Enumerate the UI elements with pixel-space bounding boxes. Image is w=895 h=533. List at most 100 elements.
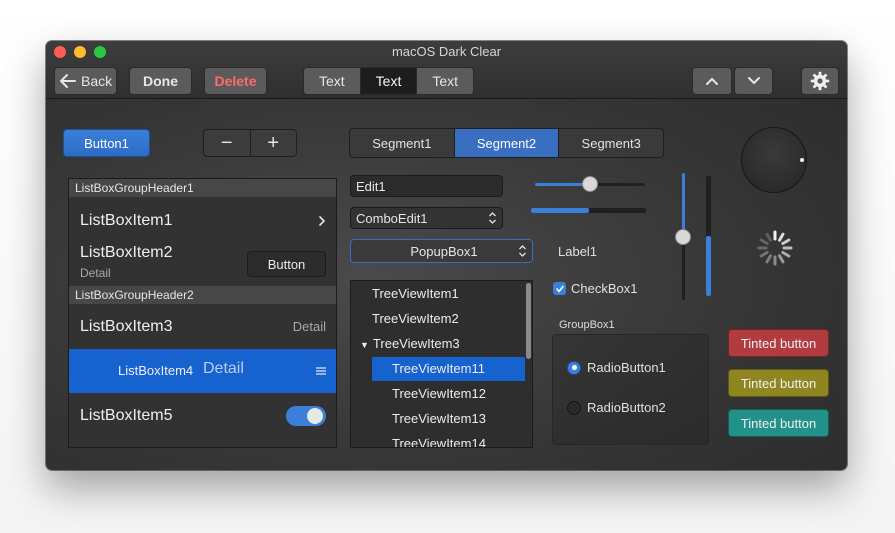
checkbox1[interactable]: CheckBox1: [553, 281, 637, 296]
rotary-knob[interactable]: [741, 127, 807, 193]
comboedit1-value: ComboEdit1: [356, 210, 428, 226]
delete-button[interactable]: Delete: [204, 67, 267, 95]
edit1-field[interactable]: Edit1: [350, 175, 503, 197]
segment-3-label: Segment3: [581, 135, 641, 151]
minus-button[interactable]: −: [204, 130, 251, 156]
tree-item-3[interactable]: ▼ TreeViewItem3: [360, 332, 460, 356]
button1-label: Button1: [84, 135, 129, 151]
radio-button-1-circle[interactable]: [567, 360, 581, 375]
listbox-item-2[interactable]: ListBoxItem2 Detail Button: [69, 241, 336, 286]
checkbox1-label: CheckBox1: [571, 281, 638, 296]
radio-button-1[interactable]: RadioButton1: [567, 360, 666, 375]
disclosure-triangle-icon[interactable]: ▼: [360, 340, 369, 350]
tinted-button-olive[interactable]: Tinted button: [728, 369, 829, 397]
slider1-thumb[interactable]: [582, 176, 598, 192]
checkbox1-box[interactable]: [553, 282, 566, 295]
tree-item-12-label: TreeViewItem12: [392, 386, 486, 401]
back-button-label: Back: [81, 73, 113, 89]
segment-2[interactable]: Segment2: [454, 129, 560, 157]
chevron-up-button[interactable]: [692, 67, 732, 95]
vertical-progress-fill: [706, 236, 711, 296]
radio-button-2-circle[interactable]: [567, 400, 581, 415]
window-title: macOS Dark Clear: [391, 44, 502, 59]
delete-button-label: Delete: [214, 73, 257, 89]
listbox-item-4[interactable]: ListBoxItem4 Detail: [69, 349, 336, 393]
vertical-slider-fill: [682, 173, 685, 237]
tree-item-1-label: TreeViewItem1: [372, 286, 459, 301]
toolbar-segment-1[interactable]: Text: [304, 68, 361, 94]
listbox-item-1-label: ListBoxItem1: [80, 212, 173, 229]
button1[interactable]: Button1: [63, 129, 150, 157]
toggle-knob: [307, 408, 323, 424]
listbox-item-5-toggle[interactable]: [286, 406, 326, 426]
popupbox1[interactable]: PopupBox1: [350, 239, 533, 263]
tree-item-13-label: TreeViewItem13: [392, 411, 486, 426]
tree-item-12[interactable]: TreeViewItem12: [392, 382, 486, 406]
main-window: macOS Dark Clear Back Done Delete Text T…: [46, 41, 847, 470]
segmented-control: Segment1 Segment2 Segment3: [349, 128, 664, 158]
listbox-item-4-label: ListBoxItem4: [118, 363, 194, 378]
tinted-button-red-label: Tinted button: [740, 335, 817, 351]
done-button[interactable]: Done: [129, 67, 192, 95]
tinted-button-red[interactable]: Tinted button: [728, 329, 829, 357]
drag-handle-icon[interactable]: [315, 364, 327, 382]
tinted-button-olive-label: Tinted button: [740, 375, 817, 391]
listbox-item-1[interactable]: ListBoxItem1: [69, 201, 336, 241]
listbox-item-5[interactable]: ListBoxItem5: [69, 394, 336, 438]
popupbox1-value: PopupBox1: [410, 243, 478, 259]
chevron-right-icon: [318, 201, 326, 241]
listbox-group-header-1: ListBoxGroupHeader1: [69, 179, 336, 197]
listbox-item-2-button-label: Button: [267, 256, 306, 272]
tree-item-11-label: TreeViewItem11: [392, 361, 485, 376]
toolbar-segment-3[interactable]: Text: [417, 68, 473, 94]
toolbar-segment-1-label: Text: [318, 73, 345, 89]
listbox-item-3[interactable]: ListBoxItem3 Detail: [69, 307, 336, 347]
updown-chevron-icon: [518, 244, 527, 261]
arrow-left-icon: [59, 73, 77, 89]
radio-dot: [571, 365, 577, 370]
toolbar-segment-2[interactable]: Text: [360, 68, 418, 94]
tree-item-11[interactable]: TreeViewItem11: [372, 357, 525, 381]
listbox-item-4-detail: Detail: [203, 360, 244, 377]
chevron-up-icon: [705, 76, 719, 86]
treeview-scrollbar[interactable]: [526, 283, 531, 359]
tree-item-14-label: TreeViewItem14: [392, 436, 486, 448]
radio-button-1-label: RadioButton1: [587, 360, 666, 375]
groupbox1: RadioButton1 RadioButton2: [552, 334, 709, 445]
segment-1[interactable]: Segment1: [350, 129, 455, 157]
segment-1-label: Segment1: [372, 135, 432, 151]
vertical-slider[interactable]: [675, 173, 693, 300]
back-button[interactable]: Back: [54, 67, 117, 95]
radio-button-2-label: RadioButton2: [587, 400, 666, 415]
plus-minus-stepper: − +: [203, 129, 297, 157]
treeview: TreeViewItem1 TreeViewItem2 ▼ TreeViewIte…: [350, 280, 533, 448]
knob-indicator: [800, 158, 804, 162]
comboedit1[interactable]: ComboEdit1: [350, 207, 503, 229]
tree-item-1[interactable]: TreeViewItem1: [372, 282, 459, 306]
plus-button[interactable]: +: [251, 130, 297, 156]
radio-button-2[interactable]: RadioButton2: [567, 400, 666, 415]
tinted-button-teal[interactable]: Tinted button: [728, 409, 829, 437]
toolbar-segmented-control: Text Text Text: [303, 67, 474, 95]
gear-icon: [810, 71, 830, 91]
plus-icon: +: [267, 131, 280, 154]
vertical-slider-thumb[interactable]: [675, 228, 691, 245]
progress-bar: [531, 205, 646, 217]
tree-item-2[interactable]: TreeViewItem2: [372, 307, 459, 331]
listbox-item-3-detail: Detail: [292, 319, 326, 334]
done-button-label: Done: [143, 73, 178, 89]
listbox-item-2-button[interactable]: Button: [247, 251, 326, 277]
listbox-item-2-detail: Detail: [80, 266, 111, 280]
toolbar-segment-2-label: Text: [375, 73, 402, 89]
settings-button[interactable]: [801, 67, 839, 95]
listbox-item-5-label: ListBoxItem5: [80, 407, 173, 424]
chevron-down-icon: [747, 76, 761, 86]
segment-3[interactable]: Segment3: [559, 129, 663, 157]
chevron-down-button[interactable]: [734, 67, 773, 95]
listbox-group-header-2: ListBoxGroupHeader2: [69, 286, 336, 304]
edit1-value: Edit1: [356, 178, 386, 194]
tree-item-14[interactable]: TreeViewItem14: [392, 432, 486, 448]
tree-item-13[interactable]: TreeViewItem13: [392, 407, 486, 431]
slider1[interactable]: [535, 175, 645, 195]
updown-chevron-icon: [488, 211, 497, 228]
